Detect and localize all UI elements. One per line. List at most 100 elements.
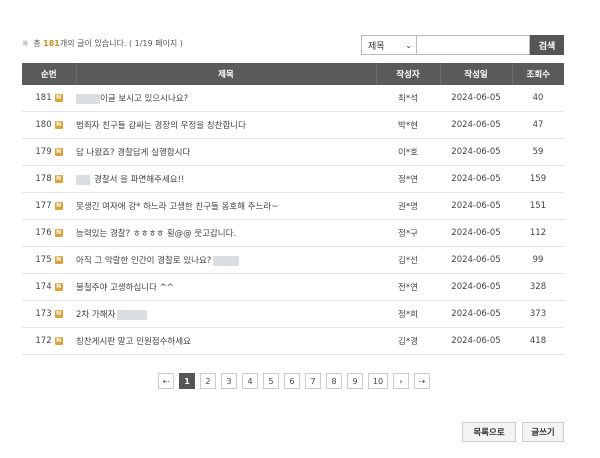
post-title-cell: 경찰서 을 파면해주세요!!: [76, 165, 376, 193]
search-input[interactable]: [417, 35, 530, 55]
board-topbar: ※ 총 181개의 글이 있습니다. ( 1/19 페이지 ) 제목 ⌄ 검색: [22, 34, 564, 56]
table-row: 179 N 답 나왔죠? 경찰답게 실행합시다 이*호 2024-06-05 59: [22, 138, 564, 166]
table-row: 172 N 칭찬게시판 말고 민원접수하세요 김*경 2024-06-05 418: [22, 327, 564, 355]
new-badge-icon: N: [54, 147, 63, 156]
list-button[interactable]: 목록으로: [462, 422, 516, 442]
post-writer: 정*연: [376, 165, 440, 193]
table-row: 176 N 능력있는 경찰? ㅎㅎㅎㅎ 횡@@ 웃고갑니다. 정*구 2024-0…: [22, 219, 564, 247]
redacted-text: [213, 255, 240, 266]
page-button-4[interactable]: 4: [242, 373, 258, 389]
page-button-6[interactable]: 6: [284, 373, 300, 389]
redacted-text: [76, 174, 90, 185]
post-title-link[interactable]: 불철주야 고생하십니다 ^^: [76, 283, 174, 293]
new-badge-icon: N: [54, 282, 63, 291]
post-number: 173 N: [22, 300, 76, 328]
table-row: 174 N 불철주야 고생하십니다 ^^ 전*연 2024-06-05 328: [22, 273, 564, 301]
post-writer: 김*선: [376, 246, 440, 274]
post-number: 172 N: [22, 327, 76, 355]
table-row: 173 N 2차 가해자 정*희 2024-06-05 373: [22, 300, 564, 328]
table-row: 177 N 못생긴 여자애 강* 하느라 고생한 친구들 옹호해 주느라~ 권*명…: [22, 192, 564, 220]
post-views: 373: [512, 300, 564, 328]
post-date: 2024-06-05: [440, 273, 512, 301]
post-number: 177 N: [22, 192, 76, 220]
table-row: 178 N 경찰서 을 파면해주세요!! 정*연 2024-06-05 159: [22, 165, 564, 193]
post-views: 112: [512, 219, 564, 247]
new-badge-icon: N: [54, 201, 63, 210]
post-title-cell: 아직 그 악랄한 인간이 경찰로 있나요?: [76, 246, 376, 274]
post-title-cell: 못생긴 여자애 강* 하느라 고생한 친구들 옹호해 주느라~: [76, 192, 376, 220]
post-views: 40: [512, 85, 564, 112]
post-title-link[interactable]: 범죄자 친구들 감싸는 경장의 우정을 칭찬합니다: [76, 121, 246, 131]
page-indicator: ( 1/19 페이지 ): [128, 39, 183, 48]
post-writer: 정*구: [376, 219, 440, 247]
first-page-icon[interactable]: ⇠: [158, 373, 174, 389]
chevron-down-icon: ⌄: [405, 40, 412, 50]
page-button-2[interactable]: 2: [200, 373, 216, 389]
post-title-link[interactable]: 능력있는 경찰? ㅎㅎㅎㅎ 횡@@ 웃고갑니다.: [76, 229, 236, 239]
post-title-cell: 답 나왔죠? 경찰답게 실행합시다: [76, 138, 376, 166]
new-badge-icon: N: [54, 228, 63, 237]
table-row: 180 N 범죄자 친구들 감싸는 경장의 우정을 칭찬합니다 박*현 2024-…: [22, 111, 564, 139]
post-title-cell: 칭찬게시판 말고 민원접수하세요: [76, 327, 376, 355]
post-views: 151: [512, 192, 564, 220]
pagination: ⇠ 1 2 3 4 5 6 7 8 9 10 › ⇢: [158, 373, 435, 389]
post-writer: 최*석: [376, 85, 440, 112]
post-date: 2024-06-05: [440, 192, 512, 220]
write-button[interactable]: 글쓰기: [522, 422, 564, 442]
post-date: 2024-06-05: [440, 85, 512, 112]
post-title-link[interactable]: 답 나왔죠? 경찰답게 실행합시다: [76, 148, 190, 158]
post-title-cell: 능력있는 경찰? ㅎㅎㅎㅎ 횡@@ 웃고갑니다.: [76, 219, 376, 247]
post-views: 47: [512, 111, 564, 139]
summary-post: 개의 글이 있습니다.: [59, 39, 127, 48]
post-title-cell: 이글 보시고 있으시나요?: [76, 85, 376, 112]
post-title-link[interactable]: 못생긴 여자애 강* 하느라 고생한 친구들 옹호해 주느라~: [76, 202, 278, 212]
post-date: 2024-06-05: [440, 300, 512, 328]
post-title-cell: 2차 가해자: [76, 300, 376, 328]
post-views: 418: [512, 327, 564, 355]
page-button-3[interactable]: 3: [221, 373, 237, 389]
search-field-select[interactable]: 제목 ⌄: [361, 35, 417, 55]
post-number: 178 N: [22, 165, 76, 193]
post-date: 2024-06-05: [440, 165, 512, 193]
post-date: 2024-06-05: [440, 111, 512, 139]
redacted-text: [76, 93, 100, 104]
post-count: 181: [43, 39, 60, 48]
post-title-link[interactable]: 경찰서 을 파면해주세요!!: [94, 175, 184, 185]
table-row: 175 N 아직 그 악랄한 인간이 경찰로 있나요? 김*선 2024-06-0…: [22, 246, 564, 274]
page-button-9[interactable]: 9: [347, 373, 363, 389]
col-header-views: 조회수: [511, 63, 564, 85]
new-badge-icon: N: [54, 255, 63, 264]
page-button-10[interactable]: 10: [368, 373, 388, 389]
search-bar: 제목 ⌄ 검색: [361, 35, 564, 55]
post-writer: 정*희: [376, 300, 440, 328]
new-badge-icon: N: [54, 309, 63, 318]
page-button-1[interactable]: 1: [179, 373, 195, 389]
post-title-cell: 불철주야 고생하십니다 ^^: [76, 273, 376, 301]
post-writer: 김*경: [376, 327, 440, 355]
search-button[interactable]: 검색: [530, 35, 564, 55]
post-count-summary: ※ 총 181개의 글이 있습니다. ( 1/19 페이지 ): [22, 38, 183, 49]
post-views: 159: [512, 165, 564, 193]
post-title-link[interactable]: 아직 그 악랄한 인간이 경찰로 있나요?: [76, 256, 211, 266]
post-views: 59: [512, 138, 564, 166]
next-page-icon[interactable]: ›: [393, 373, 409, 389]
page-button-5[interactable]: 5: [263, 373, 279, 389]
col-header-date: 작성일: [439, 63, 512, 85]
post-writer: 권*명: [376, 192, 440, 220]
summary-pre: 총: [33, 39, 41, 48]
post-title-cell: 범죄자 친구들 감싸는 경장의 우정을 칭찬합니다: [76, 111, 376, 139]
post-title-link[interactable]: 칭찬게시판 말고 민원접수하세요: [76, 337, 191, 347]
table-header-row: 순번 제목 작성자 작성일 조회수: [22, 63, 564, 85]
page-button-7[interactable]: 7: [305, 373, 321, 389]
new-badge-icon: N: [54, 174, 63, 183]
post-number: 181 N: [22, 85, 76, 112]
last-page-icon[interactable]: ⇢: [414, 373, 430, 389]
post-title-link[interactable]: 이글 보시고 있으시나요?: [100, 94, 188, 104]
page-button-8[interactable]: 8: [326, 373, 342, 389]
post-views: 99: [512, 246, 564, 274]
col-header-num: 순번: [22, 63, 76, 85]
post-date: 2024-06-05: [440, 327, 512, 355]
post-date: 2024-06-05: [440, 219, 512, 247]
post-title-link[interactable]: 2차 가해자: [76, 310, 115, 320]
table-row: 181 N 이글 보시고 있으시나요? 최*석 2024-06-05 40: [22, 85, 564, 112]
